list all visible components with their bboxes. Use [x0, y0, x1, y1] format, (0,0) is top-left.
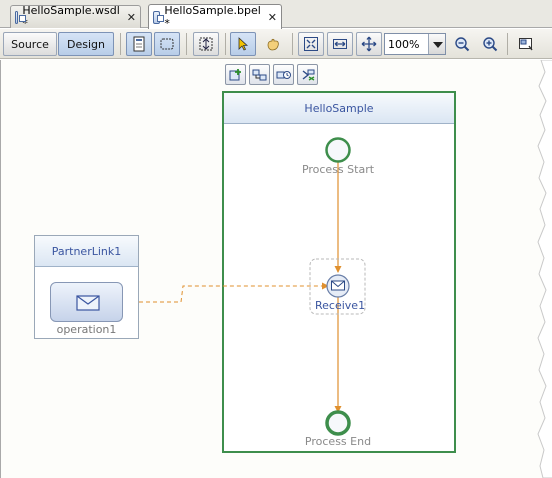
expand-all-button[interactable]: [193, 32, 219, 56]
palette-toggle-icon: [133, 36, 145, 52]
tab-label: HelloSample.wsdl *: [22, 4, 120, 30]
design-view-button[interactable]: Design: [58, 32, 114, 56]
design-canvas[interactable]: HelloSample Process Start Receive1 Proce…: [0, 60, 552, 478]
operation-box[interactable]: [50, 282, 123, 322]
process-start-node[interactable]: [325, 137, 351, 163]
fit-width-icon: [333, 39, 347, 49]
wsdl-file-icon: [15, 10, 28, 24]
tab-label: HelloSample.bpel *: [164, 4, 261, 30]
bpel-file-icon: [153, 10, 165, 24]
select-arrow-icon: [238, 37, 249, 51]
receive-activity-label[interactable]: Receive1: [315, 299, 365, 312]
navigator-button[interactable]: [513, 32, 539, 56]
palette-toggle-button[interactable]: [126, 32, 152, 56]
hand-tool-button[interactable]: [260, 32, 286, 56]
zoom-combobox[interactable]: 100%: [384, 33, 446, 55]
flow-arrowhead: [334, 266, 342, 273]
partner-link-title[interactable]: PartnerLink1: [35, 236, 138, 267]
partner-link-box[interactable]: PartnerLink1 operation1: [34, 235, 139, 339]
fit-height-button[interactable]: [356, 32, 382, 56]
fit-diagram-button[interactable]: [298, 32, 324, 56]
select-tool-button[interactable]: [230, 32, 256, 56]
chevron-down-icon[interactable]: [428, 34, 445, 54]
operation-label: operation1: [56, 323, 117, 336]
toolbar-separator: [507, 33, 508, 55]
toolbar-separator: [225, 33, 226, 55]
zoom-out-icon: [455, 37, 470, 52]
process-start-label: Process Start: [301, 163, 375, 176]
tab-hellosample-wsdl[interactable]: HelloSample.wsdl * ✕: [10, 4, 141, 30]
process-end-label: Process End: [304, 435, 372, 448]
selection-box-button[interactable]: [154, 32, 180, 56]
editor-tab-bar: HelloSample.wsdl * ✕ HelloSample.bpel * …: [0, 0, 552, 30]
canvas-torn-edge: [537, 60, 552, 478]
envelope-icon: [331, 280, 345, 291]
hand-pan-icon: [267, 38, 279, 51]
design-toolbar: Source Design 100%: [0, 29, 552, 59]
zoom-out-button[interactable]: [450, 32, 474, 56]
fit-width-button[interactable]: [327, 32, 353, 56]
navigator-icon: [519, 38, 533, 51]
toolbar-separator: [120, 33, 121, 55]
process-end-node[interactable]: [325, 410, 351, 436]
zoom-value: 100%: [388, 37, 420, 51]
expand-all-icon: [199, 37, 213, 51]
tab-hellosample-bpel[interactable]: HelloSample.bpel * ✕: [148, 4, 282, 30]
close-icon[interactable]: ✕: [127, 11, 136, 24]
partner-link-connector: [125, 285, 327, 303]
toolbar-separator: [186, 33, 187, 55]
source-view-button[interactable]: Source: [3, 32, 57, 56]
selection-box-icon: [160, 38, 174, 50]
zoom-in-button[interactable]: [478, 32, 502, 56]
envelope-icon: [76, 295, 100, 311]
toolbar-separator: [292, 33, 293, 55]
zoom-in-icon: [483, 37, 498, 52]
close-icon[interactable]: ✕: [268, 11, 277, 24]
fit-diagram-icon: [304, 37, 318, 51]
fit-height-icon: [361, 36, 377, 52]
